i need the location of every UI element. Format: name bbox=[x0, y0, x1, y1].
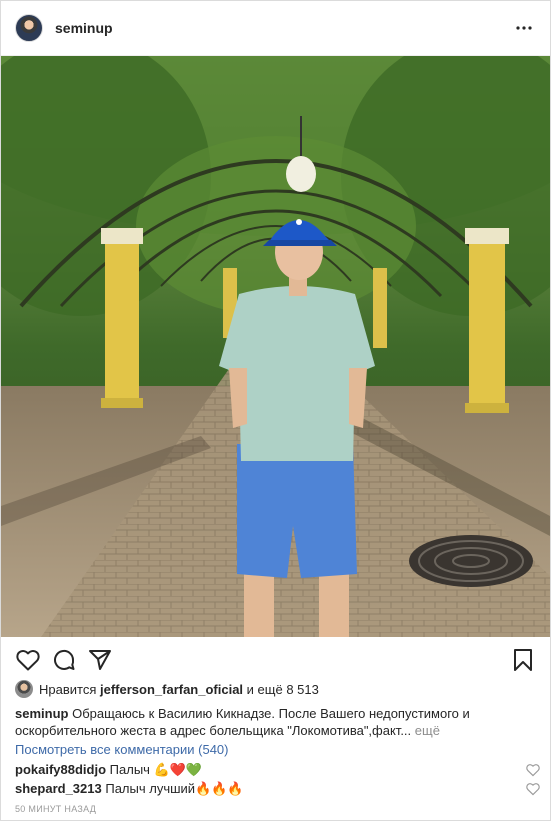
likes-count[interactable]: и ещё 8 513 bbox=[247, 682, 319, 697]
post-timestamp[interactable]: 50 МИНУТ НАЗАД bbox=[15, 804, 96, 814]
share-icon[interactable] bbox=[85, 645, 115, 675]
post-photo[interactable] bbox=[1, 56, 550, 637]
post-header: seminup bbox=[1, 1, 550, 56]
likes-prefix: Нравится bbox=[39, 681, 97, 697]
post-username[interactable]: seminup bbox=[55, 20, 113, 36]
caption-text: Обращаюсь к Василию Кикнадзе. После Ваше… bbox=[15, 706, 470, 738]
post-caption: seminup Обращаюсь к Василию Кикнадзе. По… bbox=[15, 705, 535, 739]
caption-more-link[interactable]: ещё bbox=[415, 723, 440, 738]
liker-username[interactable]: jefferson_farfan_oficial bbox=[100, 682, 243, 697]
comment-like-icon[interactable] bbox=[526, 782, 540, 796]
avatar[interactable] bbox=[15, 14, 43, 42]
post-actions bbox=[1, 641, 550, 679]
comment-like-icon[interactable] bbox=[526, 763, 540, 777]
comment-icon[interactable] bbox=[49, 645, 79, 675]
liker-avatar[interactable] bbox=[15, 680, 33, 698]
comment-text: Палыч лучший🔥🔥🔥 bbox=[105, 781, 244, 796]
heart-icon[interactable] bbox=[13, 645, 43, 675]
instagram-post: seminup Нравится jefferson_farfan_oficia… bbox=[0, 0, 551, 821]
comment-row: shepard_3213 Палыч лучший🔥🔥🔥 bbox=[15, 780, 540, 798]
more-options-icon[interactable] bbox=[512, 16, 536, 40]
bookmark-icon[interactable] bbox=[508, 645, 538, 675]
view-all-comments-link[interactable]: Посмотреть все комментарии (540) bbox=[15, 742, 228, 757]
likes-row: Нравится jefferson_farfan_oficial и ещё … bbox=[15, 679, 319, 699]
comment-username[interactable]: shepard_3213 bbox=[15, 781, 102, 796]
comment-username[interactable]: pokaify88didjo bbox=[15, 762, 106, 777]
comment-row: pokaify88didjo Палыч 💪❤️💚 bbox=[15, 761, 540, 779]
comment-text: Палыч 💪❤️💚 bbox=[109, 762, 203, 777]
caption-username[interactable]: seminup bbox=[15, 706, 68, 721]
